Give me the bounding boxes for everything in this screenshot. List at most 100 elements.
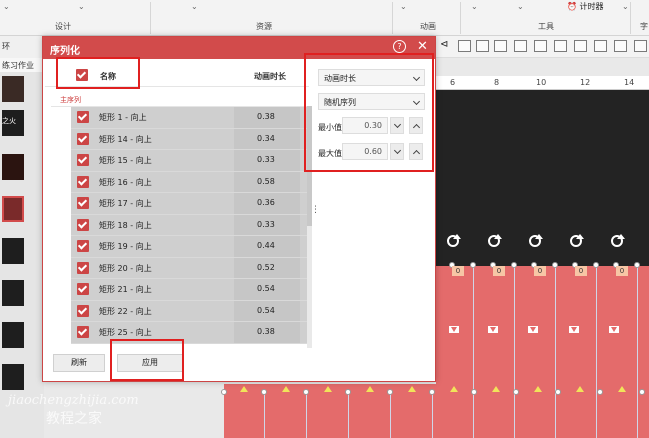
row-checkbox[interactable] [77, 154, 89, 166]
adjust-handle-icon[interactable] [282, 386, 290, 392]
chevron-down-icon[interactable]: ⌄ [78, 2, 85, 11]
guide-line [348, 392, 349, 438]
selection-handle[interactable] [513, 389, 519, 395]
row-checkbox[interactable] [77, 111, 89, 123]
rotate-handle-icon[interactable] [488, 234, 502, 247]
row-checkbox[interactable] [77, 132, 89, 145]
guide-line [432, 392, 433, 438]
text-icon[interactable] [634, 40, 647, 52]
row-checkbox[interactable] [77, 218, 89, 231]
list-item[interactable]: 矩形 1 - 向上 0.38 [71, 107, 310, 129]
selection-handle[interactable] [303, 389, 309, 395]
adjust-handle-icon[interactable] [324, 386, 332, 392]
list-item[interactable]: 矩形 14 - 向上 0.34 [71, 128, 310, 150]
distribute-icon[interactable] [614, 40, 627, 52]
align-middle-icon[interactable] [476, 40, 489, 52]
selection-handle[interactable] [429, 389, 435, 395]
slide-thumbnail[interactable]: 之火 [2, 110, 24, 136]
splitter-grip-icon[interactable]: ⋮ [311, 205, 320, 215]
adjust-handle-icon[interactable] [618, 386, 626, 392]
crop-icon[interactable] [574, 40, 587, 52]
image-icon[interactable] [514, 40, 527, 52]
selection-handle[interactable] [639, 389, 645, 395]
list-item[interactable]: 矩形 19 - 向上 0.44 [71, 236, 310, 258]
list-item[interactable]: 矩形 25 - 向上 0.38 [71, 322, 310, 344]
chevron-down-icon[interactable]: ⌄ [517, 2, 524, 11]
chevron-down-icon[interactable]: ⌄ [471, 2, 478, 11]
layout-icon[interactable] [594, 40, 607, 52]
group-icon[interactable] [554, 40, 567, 52]
list-item[interactable]: 矩形 18 - 向上 0.33 [71, 214, 310, 236]
adjust-handle-icon[interactable] [366, 386, 374, 392]
row-checkbox[interactable] [77, 175, 89, 188]
rotate-handle-icon[interactable] [447, 234, 461, 247]
slide-red-bottom-strip [224, 384, 649, 438]
adjust-handle-icon[interactable] [534, 386, 542, 392]
slide-thumbnail[interactable] [2, 76, 24, 102]
ruler-tick: 12 [580, 78, 591, 87]
selection-handle[interactable] [470, 262, 476, 268]
rotate-handle-icon[interactable] [529, 234, 543, 247]
chevron-down-icon[interactable]: ⌄ [3, 2, 10, 11]
slide-thumbnail[interactable] [2, 364, 24, 390]
selection-handle[interactable] [552, 262, 558, 268]
list-item[interactable]: 矩形 22 - 向上 0.54 [71, 300, 310, 322]
selection-handle[interactable] [634, 262, 640, 268]
row-checkbox[interactable] [77, 261, 89, 274]
chevron-down-icon[interactable]: ⌄ [622, 2, 629, 11]
left-tab[interactable]: 练习作业 [0, 58, 44, 72]
chevron-down-icon[interactable]: ⌄ [400, 2, 407, 11]
timer-button[interactable]: ⏰ 计时器 [567, 1, 604, 12]
selection-handle[interactable] [597, 389, 603, 395]
row-checkbox[interactable] [77, 304, 89, 317]
rotate-handle-icon[interactable] [570, 234, 584, 247]
selection-handle[interactable] [261, 389, 267, 395]
row-checkbox[interactable] [77, 326, 89, 338]
slide-thumbnail-selected[interactable] [2, 196, 24, 222]
slide-thumbnail[interactable] [2, 280, 24, 306]
animation-order-badge: 0 [616, 266, 628, 276]
list-item[interactable]: 矩形 20 - 向上 0.52 [71, 257, 310, 279]
align-top-icon[interactable] [458, 40, 471, 52]
selection-handle[interactable] [471, 389, 477, 395]
align-left-icon[interactable]: ⊲ [440, 39, 453, 51]
adjust-handle-icon[interactable] [450, 386, 458, 392]
rotate-handle-icon[interactable] [611, 234, 625, 247]
selection-handle[interactable] [345, 389, 351, 395]
adjust-handle-icon[interactable] [408, 386, 416, 392]
item-duration: 0.44 [257, 241, 275, 250]
row-checkbox[interactable] [77, 197, 89, 209]
selection-handle[interactable] [511, 262, 517, 268]
motion-path-marker [609, 326, 619, 333]
list-item[interactable]: 矩形 16 - 向上 0.58 [71, 171, 310, 193]
slide-thumbnail[interactable] [2, 322, 24, 348]
row-checkbox[interactable] [77, 283, 89, 295]
align-bottom-icon[interactable] [494, 40, 507, 52]
selection-handle[interactable] [555, 389, 561, 395]
chevron-down-icon[interactable]: ⌄ [191, 2, 198, 11]
slide-thumbnail[interactable] [2, 238, 24, 264]
list-item[interactable]: 矩形 21 - 向上 0.54 [71, 279, 310, 301]
adjust-handle-icon[interactable] [492, 386, 500, 392]
ellipse-icon[interactable] [534, 40, 547, 52]
refresh-button[interactable]: 刷新 [53, 354, 105, 372]
column-header-duration[interactable]: 动画时长 [254, 71, 286, 82]
left-tab-label: 练习作业 [2, 61, 34, 70]
help-icon[interactable]: ? [393, 40, 406, 53]
ribbon-group-partial: 字 [640, 22, 648, 31]
animation-order-badge: 0 [452, 266, 464, 276]
slide-thumbnail[interactable] [2, 154, 24, 180]
selection-handle[interactable] [593, 262, 599, 268]
row-checkbox[interactable] [77, 240, 89, 252]
ribbon-group-design: 设计 [55, 22, 71, 31]
item-name: 矩形 25 - 向上 [99, 328, 152, 337]
list-item[interactable]: 矩形 17 - 向上 0.36 [71, 193, 310, 215]
list-item[interactable]: 矩形 15 - 向上 0.33 [71, 150, 310, 172]
adjust-handle-icon[interactable] [240, 386, 248, 392]
adjust-handle-icon[interactable] [576, 386, 584, 392]
item-name: 矩形 18 - 向上 [99, 220, 152, 230]
selection-handle[interactable] [221, 389, 227, 395]
guide-line [306, 392, 307, 438]
selection-handle[interactable] [387, 389, 393, 395]
close-icon[interactable]: ✕ [417, 39, 428, 54]
